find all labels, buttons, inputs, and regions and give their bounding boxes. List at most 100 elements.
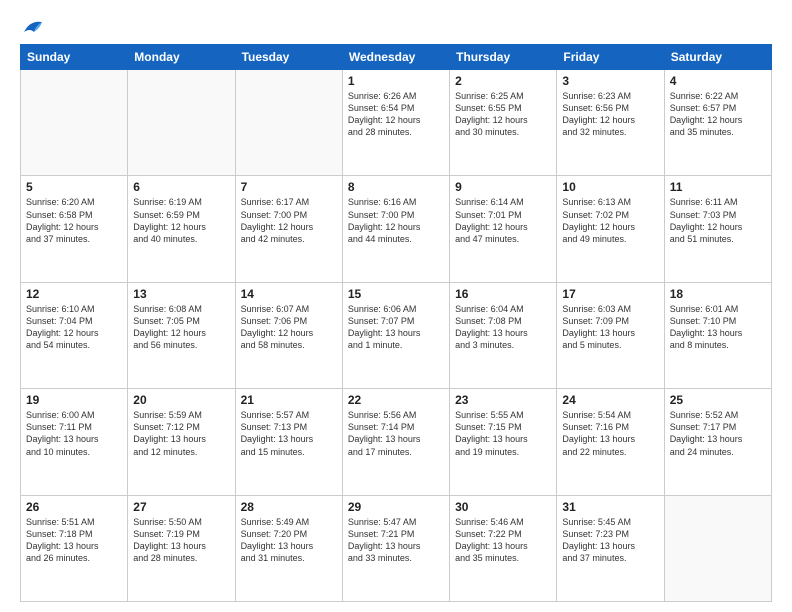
day-info: Sunrise: 6:22 AM Sunset: 6:57 PM Dayligh… [670, 90, 766, 139]
day-info: Sunrise: 5:54 AM Sunset: 7:16 PM Dayligh… [562, 409, 658, 458]
calendar-cell: 16Sunrise: 6:04 AM Sunset: 7:08 PM Dayli… [450, 282, 557, 388]
calendar-day-header: Saturday [664, 45, 771, 70]
calendar-header-row: SundayMondayTuesdayWednesdayThursdayFrid… [21, 45, 772, 70]
calendar-day-header: Tuesday [235, 45, 342, 70]
calendar-cell: 7 Sunrise: 6:17 AM Sunset: 7:00 PM Daylig… [235, 176, 342, 282]
day-number: 3 [562, 74, 658, 88]
day-info: Sunrise: 6:00 AM Sunset: 7:11 PM Dayligh… [26, 409, 122, 458]
day-info: Sunrise: 5:47 AM Sunset: 7:21 PM Dayligh… [348, 516, 444, 565]
calendar-cell: 2Sunrise: 6:25 AM Sunset: 6:55 PM Daylig… [450, 70, 557, 176]
day-number: 31 [562, 500, 658, 514]
calendar-cell: 31 Sunrise: 5:45 AM Sunset: 7:23 PM Dayli… [557, 495, 664, 601]
calendar-cell: 5Sunrise: 6:20 AM Sunset: 6:58 PM Daylig… [21, 176, 128, 282]
calendar-cell: 18Sunrise: 6:01 AM Sunset: 7:10 PM Dayli… [664, 282, 771, 388]
calendar-cell: 13 Sunrise: 6:08 AM Sunset: 7:05 PM Dayli… [128, 282, 235, 388]
day-number: 13 [133, 287, 229, 301]
calendar-table: SundayMondayTuesdayWednesdayThursdayFrid… [20, 44, 772, 602]
calendar-cell: 12 Sunrise: 6:10 AM Sunset: 7:04 PM Dayli… [21, 282, 128, 388]
day-number: 9 [455, 180, 551, 194]
calendar-cell [21, 70, 128, 176]
calendar-cell: 14 Sunrise: 6:07 AM Sunset: 7:06 PM Dayli… [235, 282, 342, 388]
calendar-cell: 30Sunrise: 5:46 AM Sunset: 7:22 PM Dayli… [450, 495, 557, 601]
day-number: 27 [133, 500, 229, 514]
calendar-cell [664, 495, 771, 601]
day-info: Sunrise: 6:26 AM Sunset: 6:54 PM Dayligh… [348, 90, 444, 139]
calendar-cell: 21Sunrise: 5:57 AM Sunset: 7:13 PM Dayli… [235, 389, 342, 495]
day-number: 30 [455, 500, 551, 514]
calendar-cell: 24 Sunrise: 5:54 AM Sunset: 7:16 PM Dayli… [557, 389, 664, 495]
day-number: 17 [562, 287, 658, 301]
day-info: Sunrise: 5:56 AM Sunset: 7:14 PM Dayligh… [348, 409, 444, 458]
day-number: 22 [348, 393, 444, 407]
day-number: 29 [348, 500, 444, 514]
day-info: Sunrise: 6:10 AM Sunset: 7:04 PM Dayligh… [26, 303, 122, 352]
day-info: Sunrise: 6:25 AM Sunset: 6:55 PM Dayligh… [455, 90, 551, 139]
day-info: Sunrise: 6:23 AM Sunset: 6:56 PM Dayligh… [562, 90, 658, 139]
day-number: 7 [241, 180, 337, 194]
day-number: 25 [670, 393, 766, 407]
calendar-cell: 8 Sunrise: 6:16 AM Sunset: 7:00 PM Daylig… [342, 176, 449, 282]
calendar-cell: 6 Sunrise: 6:19 AM Sunset: 6:59 PM Daylig… [128, 176, 235, 282]
calendar-cell: 20 Sunrise: 5:59 AM Sunset: 7:12 PM Dayli… [128, 389, 235, 495]
day-number: 15 [348, 287, 444, 301]
day-number: 14 [241, 287, 337, 301]
calendar-cell: 23 Sunrise: 5:55 AM Sunset: 7:15 PM Dayli… [450, 389, 557, 495]
calendar-cell: 29 Sunrise: 5:47 AM Sunset: 7:21 PM Dayli… [342, 495, 449, 601]
day-number: 1 [348, 74, 444, 88]
day-info: Sunrise: 6:20 AM Sunset: 6:58 PM Dayligh… [26, 196, 122, 245]
logo-bird-icon [22, 18, 44, 36]
day-number: 12 [26, 287, 122, 301]
day-info: Sunrise: 6:16 AM Sunset: 7:00 PM Dayligh… [348, 196, 444, 245]
day-number: 20 [133, 393, 229, 407]
calendar-cell: 28Sunrise: 5:49 AM Sunset: 7:20 PM Dayli… [235, 495, 342, 601]
day-info: Sunrise: 6:19 AM Sunset: 6:59 PM Dayligh… [133, 196, 229, 245]
calendar-cell: 3 Sunrise: 6:23 AM Sunset: 6:56 PM Daylig… [557, 70, 664, 176]
calendar-day-header: Monday [128, 45, 235, 70]
day-number: 8 [348, 180, 444, 194]
page: SundayMondayTuesdayWednesdayThursdayFrid… [0, 0, 792, 612]
calendar-cell: 17 Sunrise: 6:03 AM Sunset: 7:09 PM Dayli… [557, 282, 664, 388]
calendar-day-header: Thursday [450, 45, 557, 70]
day-info: Sunrise: 5:51 AM Sunset: 7:18 PM Dayligh… [26, 516, 122, 565]
calendar-day-header: Sunday [21, 45, 128, 70]
calendar-cell: 19 Sunrise: 6:00 AM Sunset: 7:11 PM Dayli… [21, 389, 128, 495]
day-info: Sunrise: 6:01 AM Sunset: 7:10 PM Dayligh… [670, 303, 766, 352]
day-number: 6 [133, 180, 229, 194]
day-number: 24 [562, 393, 658, 407]
calendar-cell: 22 Sunrise: 5:56 AM Sunset: 7:14 PM Dayli… [342, 389, 449, 495]
day-number: 11 [670, 180, 766, 194]
day-info: Sunrise: 5:59 AM Sunset: 7:12 PM Dayligh… [133, 409, 229, 458]
calendar-week-row: 12 Sunrise: 6:10 AM Sunset: 7:04 PM Dayli… [21, 282, 772, 388]
day-number: 19 [26, 393, 122, 407]
day-info: Sunrise: 5:49 AM Sunset: 7:20 PM Dayligh… [241, 516, 337, 565]
calendar-cell: 9 Sunrise: 6:14 AM Sunset: 7:01 PM Daylig… [450, 176, 557, 282]
day-number: 23 [455, 393, 551, 407]
calendar-day-header: Wednesday [342, 45, 449, 70]
day-info: Sunrise: 6:13 AM Sunset: 7:02 PM Dayligh… [562, 196, 658, 245]
calendar-cell: 26 Sunrise: 5:51 AM Sunset: 7:18 PM Dayli… [21, 495, 128, 601]
calendar-cell: 15 Sunrise: 6:06 AM Sunset: 7:07 PM Dayli… [342, 282, 449, 388]
logo [20, 18, 44, 36]
day-number: 16 [455, 287, 551, 301]
calendar-cell: 10Sunrise: 6:13 AM Sunset: 7:02 PM Dayli… [557, 176, 664, 282]
day-info: Sunrise: 5:52 AM Sunset: 7:17 PM Dayligh… [670, 409, 766, 458]
day-info: Sunrise: 5:55 AM Sunset: 7:15 PM Dayligh… [455, 409, 551, 458]
calendar-day-header: Friday [557, 45, 664, 70]
calendar-cell: 4 Sunrise: 6:22 AM Sunset: 6:57 PM Daylig… [664, 70, 771, 176]
calendar-cell: 1 Sunrise: 6:26 AM Sunset: 6:54 PM Daylig… [342, 70, 449, 176]
header [20, 18, 772, 36]
day-info: Sunrise: 6:06 AM Sunset: 7:07 PM Dayligh… [348, 303, 444, 352]
calendar-week-row: 5Sunrise: 6:20 AM Sunset: 6:58 PM Daylig… [21, 176, 772, 282]
day-info: Sunrise: 5:45 AM Sunset: 7:23 PM Dayligh… [562, 516, 658, 565]
day-info: Sunrise: 6:07 AM Sunset: 7:06 PM Dayligh… [241, 303, 337, 352]
calendar-week-row: 1 Sunrise: 6:26 AM Sunset: 6:54 PM Daylig… [21, 70, 772, 176]
day-info: Sunrise: 6:03 AM Sunset: 7:09 PM Dayligh… [562, 303, 658, 352]
day-info: Sunrise: 6:08 AM Sunset: 7:05 PM Dayligh… [133, 303, 229, 352]
day-info: Sunrise: 6:14 AM Sunset: 7:01 PM Dayligh… [455, 196, 551, 245]
day-number: 4 [670, 74, 766, 88]
calendar-cell [128, 70, 235, 176]
day-number: 26 [26, 500, 122, 514]
day-info: Sunrise: 6:11 AM Sunset: 7:03 PM Dayligh… [670, 196, 766, 245]
day-info: Sunrise: 6:17 AM Sunset: 7:00 PM Dayligh… [241, 196, 337, 245]
day-info: Sunrise: 5:57 AM Sunset: 7:13 PM Dayligh… [241, 409, 337, 458]
